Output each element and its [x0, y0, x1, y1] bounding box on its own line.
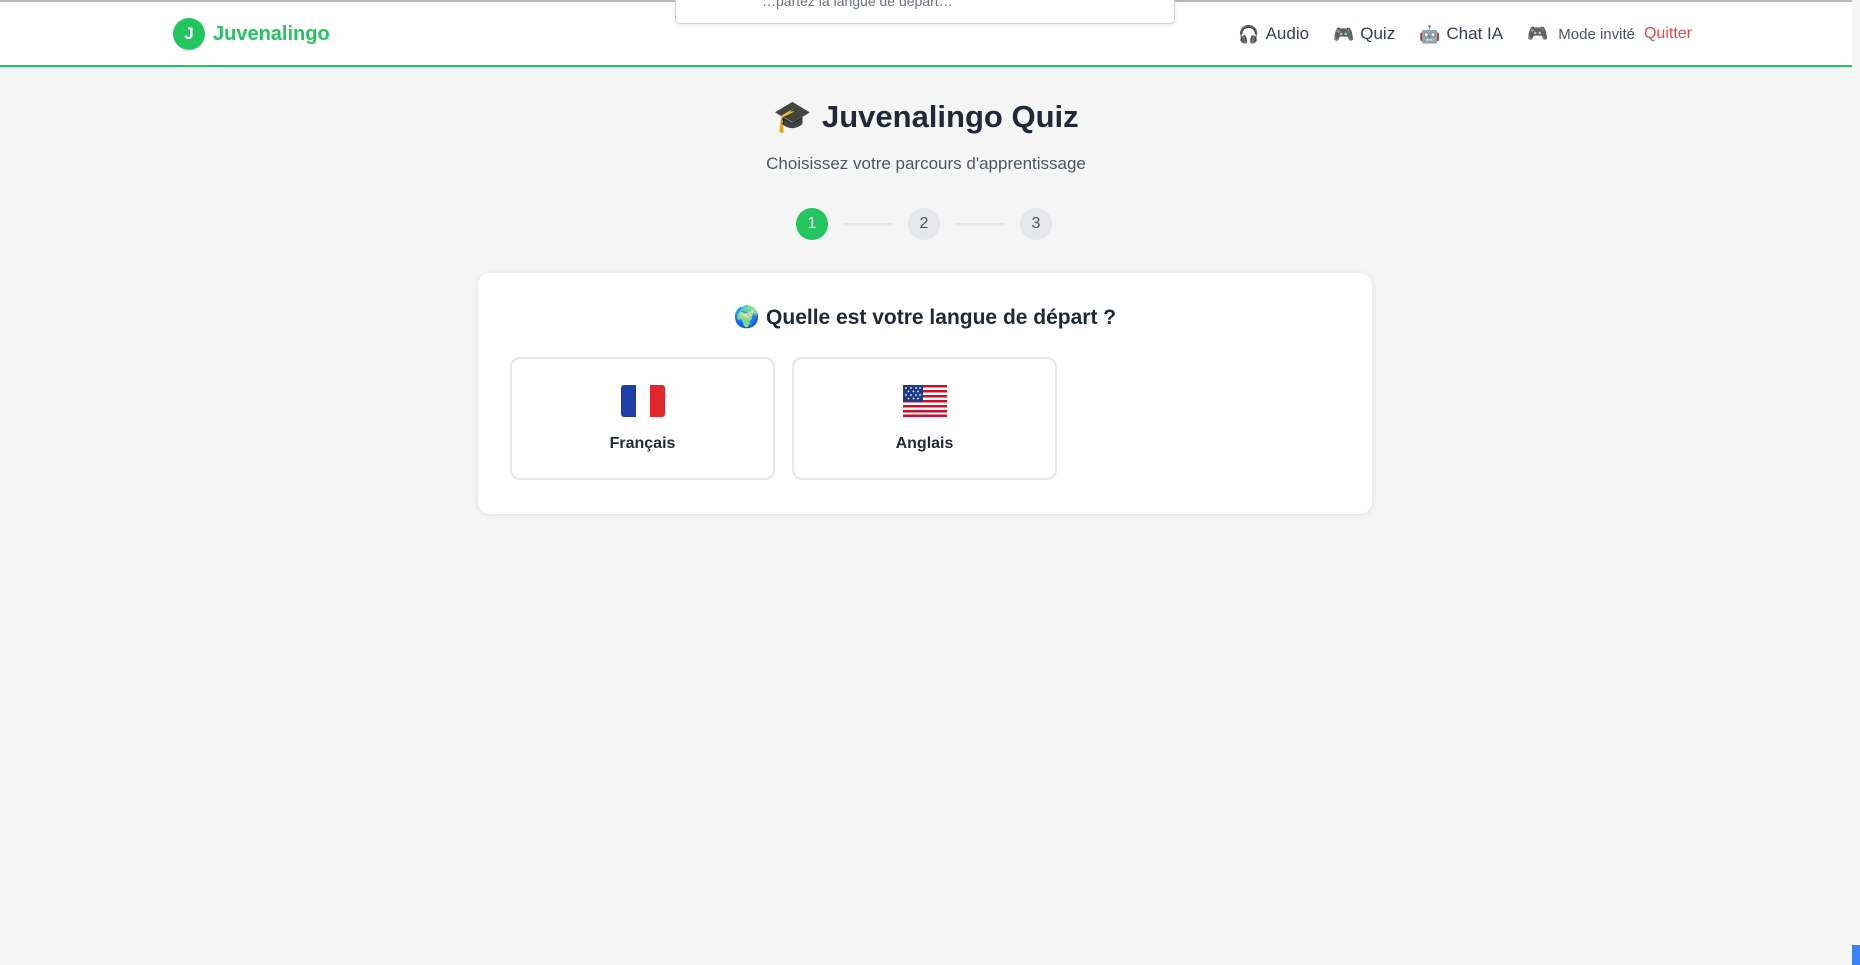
nav-link-label: Audio	[1265, 24, 1310, 43]
quit-button[interactable]: Quitter	[1644, 25, 1692, 43]
globe-icon: 🌍	[733, 306, 761, 329]
nav-link-chat-ia[interactable]: 🤖 Chat IA	[1419, 24, 1503, 44]
question-heading: 🌍 Quelle est votre langue de départ ?	[478, 306, 1372, 330]
step-connector	[956, 222, 1004, 226]
nav-menu: 🎧 Audio 🎮 Quiz 🤖 Chat IA 🎮 Mode invité Q…	[1214, 24, 1692, 44]
page-title: 🎓 Juvenalingo Quiz	[0, 98, 1852, 135]
usa-flag-icon	[794, 385, 1055, 417]
nav-link-label: Quiz	[1360, 24, 1396, 43]
language-selection-card: 🌍 Quelle est votre langue de départ ? Fra…	[478, 273, 1372, 514]
notification-toast: …partez la langue de départ…	[675, 0, 1175, 24]
nav-link-quiz[interactable]: 🎮 Quiz	[1333, 24, 1395, 44]
gamepad-icon: 🎮	[1333, 24, 1355, 44]
step-3: 3	[1020, 208, 1052, 240]
option-label: Anglais	[895, 435, 954, 452]
page-subtitle: Choisissez votre parcours d'apprentissag…	[766, 154, 1086, 173]
option-label: Français	[609, 435, 676, 452]
nav-link-label: Chat IA	[1446, 24, 1504, 43]
scrollbar-edge	[1852, 945, 1860, 965]
step-2: 2	[908, 208, 940, 240]
robot-icon: 🤖	[1419, 24, 1441, 44]
france-flag-icon	[512, 385, 773, 417]
toast-text: …partez la langue de départ…	[762, 0, 953, 9]
guest-mode-indicator: 🎮 Mode invité	[1527, 24, 1635, 44]
page-header: 🎓 Juvenalingo Quiz	[0, 98, 1852, 135]
guest-mode-label: Mode invité	[1558, 25, 1635, 43]
gamepad-icon: 🎮	[1527, 24, 1549, 43]
option-english[interactable]: Anglais	[792, 357, 1057, 480]
headphones-icon: 🎧	[1238, 24, 1260, 44]
question-text: Quelle est votre langue de départ ?	[766, 306, 1117, 329]
graduation-cap-icon: 🎓	[773, 99, 812, 134]
page-title-text: Juvenalingo Quiz	[821, 99, 1079, 134]
option-french[interactable]: Français	[510, 357, 775, 480]
progress-stepper: 1 2 3	[796, 208, 1052, 240]
brand-logo: J	[173, 18, 205, 50]
step-connector	[844, 222, 892, 226]
nav-link-audio[interactable]: 🎧 Audio	[1238, 24, 1309, 44]
brand[interactable]: J Juvenalingo	[173, 18, 330, 50]
step-1: 1	[796, 208, 828, 240]
brand-name: Juvenalingo	[213, 22, 330, 45]
